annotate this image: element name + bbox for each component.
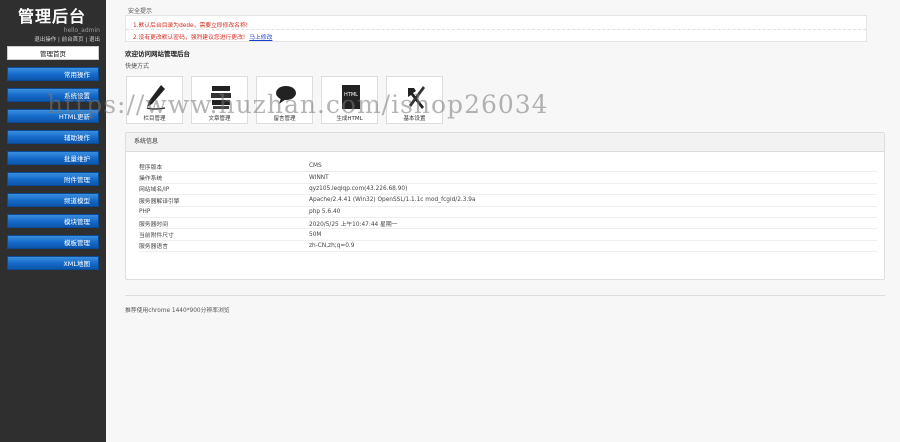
shortcut-basic-settings[interactable]: 基本设置 xyxy=(386,76,443,124)
security-notice-box: 1.默认后台目录为dede，需要立即修改名称! 2.没有更改默认密码，强烈建议您… xyxy=(125,15,867,42)
sidebar-item-modules[interactable]: 模块管理 xyxy=(7,214,99,228)
sidebar-item-html[interactable]: HTML更新 xyxy=(7,109,99,123)
info-value: php 5.6.40 xyxy=(309,206,877,218)
shortcut-label: 栏目管理 xyxy=(143,116,166,122)
change-password-link[interactable]: 马上修改 xyxy=(249,35,272,41)
shortcut-label: 文章管理 xyxy=(208,116,231,122)
sidebar-item-batch[interactable]: 批量维护 xyxy=(7,151,99,165)
table-row: 当前附件尺寸 50M xyxy=(139,228,877,241)
table-row: 服务器解译引擎 Apache/2.4.41 (Win32) OpenSSL/1.1… xyxy=(139,194,877,207)
table-row: 程序版本 CMS xyxy=(139,161,877,173)
table-row: PHP php 5.6.40 xyxy=(139,206,877,218)
system-info-title: 系统信息 xyxy=(126,133,884,152)
brand-title: 管理后台 xyxy=(18,7,87,26)
footer-tip: 推荐使用chrome 1440*900分辨率浏览 xyxy=(125,308,230,314)
tools-icon xyxy=(408,86,425,109)
sidebar-item-settings[interactable]: 系统设置 xyxy=(7,88,99,102)
notice-divider xyxy=(126,29,866,30)
shortcut-label: 基本设置 xyxy=(403,116,426,122)
table-row: 网站域名/IP qyz105.leqiqp.com(43.226.68.90) xyxy=(139,183,877,196)
sidebar-item-assist[interactable]: 辅助操作 xyxy=(7,130,99,144)
shortcut-article-manage[interactable]: 文章管理 xyxy=(191,76,248,124)
shortcut-label: 生成HTML xyxy=(336,116,363,122)
sidebar-item-templates[interactable]: 模板管理 xyxy=(7,235,99,249)
user-link-logout[interactable]: 退出 xyxy=(89,37,100,43)
info-value: 50M xyxy=(309,228,877,241)
html-file-icon: HTML xyxy=(342,85,360,109)
info-key: 当前附件尺寸 xyxy=(139,228,309,241)
sidebar-item-attachments[interactable]: 附件管理 xyxy=(7,172,99,186)
info-value: WINNT xyxy=(309,171,877,184)
info-key: 程序版本 xyxy=(139,161,309,173)
shortcut-message-manage[interactable]: 留言管理 xyxy=(256,76,313,124)
info-value: zh-CN,zh;q=0.9 xyxy=(309,240,877,253)
footer-divider xyxy=(125,295,885,296)
speech-bubble-icon xyxy=(276,86,296,104)
notice-line: 1.默认后台目录为dede，需要立即修改名称! xyxy=(133,23,249,29)
shortcut-column-manage[interactable]: 栏目管理 xyxy=(126,76,183,124)
stack-icon xyxy=(211,86,231,109)
main-content: 安全提示 1.默认后台目录为dede，需要立即修改名称! 2.没有更改默认密码，… xyxy=(106,0,900,442)
shortcut-generate-html[interactable]: HTML 生成HTML xyxy=(321,76,378,124)
info-value: qyz105.leqiqp.com(43.226.68.90) xyxy=(309,183,877,196)
user-name: hello_admin xyxy=(63,27,100,34)
table-row: 服务器时间 2020/5/25 上午10:47:44 星期一 xyxy=(139,217,877,230)
sidebar-item-common[interactable]: 常用操作 xyxy=(7,67,99,81)
sidebar-item-xml-map[interactable]: XML地图 xyxy=(7,256,99,270)
info-key: 服务器语言 xyxy=(139,240,309,253)
sidebar-nav: 管理首页 常用操作 系统设置 HTML更新 辅助操作 批量维护 附件管理 频道模… xyxy=(7,46,99,277)
user-link-account[interactable]: 退出操作 xyxy=(34,37,56,43)
info-value: 2020/5/25 上午10:47:44 星期一 xyxy=(309,217,877,230)
sidebar-item-channel-model[interactable]: 频道模型 xyxy=(7,193,99,207)
info-key: 网站域名/IP xyxy=(139,183,309,196)
system-info-table: 程序版本 CMS 操作系统 WINNT 网站域名/IP qyz105.leqiqp.c… xyxy=(139,161,877,253)
info-key: 服务器解译引擎 xyxy=(139,194,309,207)
info-value: CMS xyxy=(309,161,877,173)
info-key: 服务器时间 xyxy=(139,217,309,230)
welcome-heading: 欢迎访问网站管理后台 xyxy=(125,50,190,58)
info-key: PHP xyxy=(139,206,309,218)
system-info-panel: 系统信息 程序版本 CMS 操作系统 WINNT 网站域名/IP qyz105.leq… xyxy=(125,132,885,280)
info-key: 操作系统 xyxy=(139,171,309,184)
shortcut-label: 留言管理 xyxy=(273,116,296,122)
security-title: 安全提示 xyxy=(128,8,153,15)
sidebar-item-home[interactable]: 管理首页 xyxy=(7,46,99,60)
notice-text: 2.没有更改默认密码，强烈建议您进行更改! xyxy=(133,35,246,41)
shortcut-title: 快捷方式 xyxy=(125,63,150,70)
user-link-home[interactable]: 前台首页 xyxy=(62,37,84,43)
table-row: 服务器语言 zh-CN,zh;q=0.9 xyxy=(139,240,877,253)
sidebar: 管理后台 hello_admin 退出操作 | 前台首页 | 退出 管理首页 常… xyxy=(0,0,106,442)
svg-text:HTML: HTML xyxy=(344,92,358,98)
pencil-icon xyxy=(146,85,166,110)
info-value: Apache/2.4.41 (Win32) OpenSSL/1.1.1c mod… xyxy=(309,194,877,207)
table-row: 操作系统 WINNT xyxy=(139,171,877,184)
notice-line: 2.没有更改默认密码，强烈建议您进行更改! 马上修改 xyxy=(133,32,272,41)
user-links: 退出操作 | 前台首页 | 退出 xyxy=(34,37,100,43)
